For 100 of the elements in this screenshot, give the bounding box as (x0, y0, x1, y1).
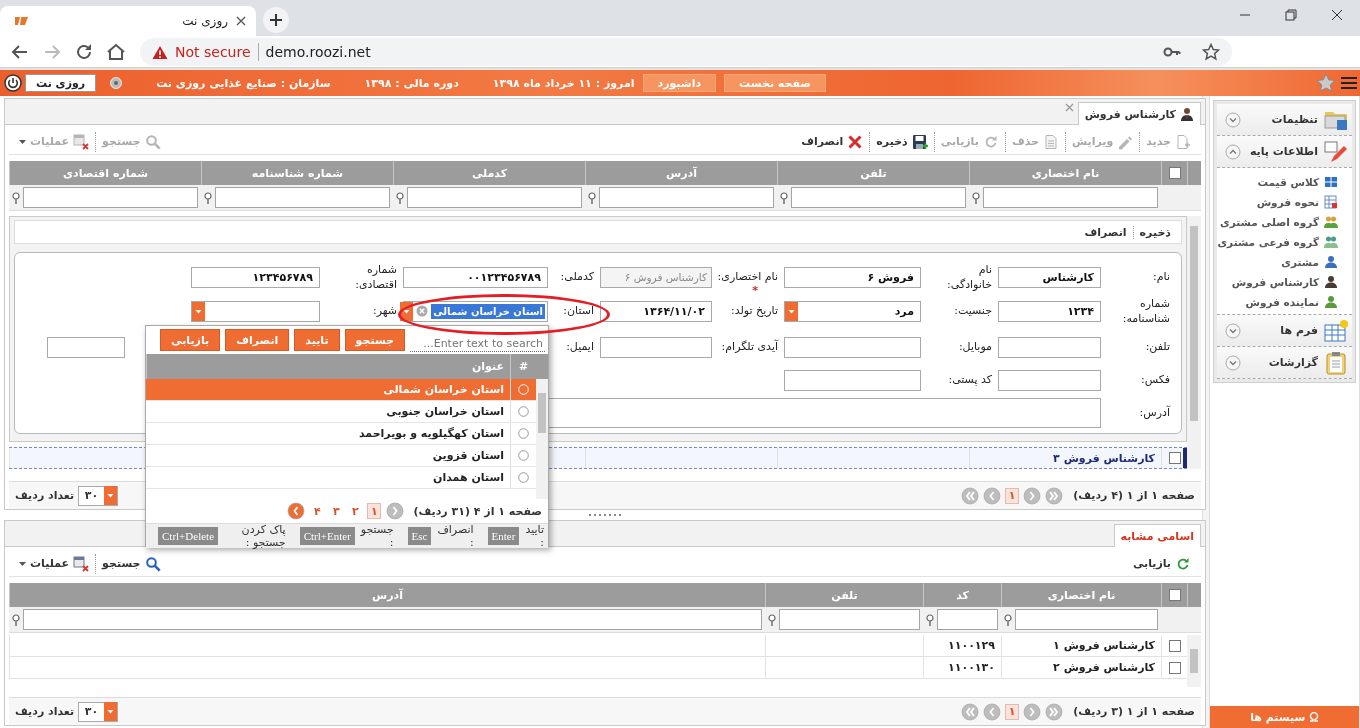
shortcut-key: Esc (407, 527, 432, 545)
menu-item[interactable]: کارشناس فروش (1217, 272, 1352, 292)
double-chevron-button[interactable] (961, 702, 980, 721)
select-field[interactable]: مرد (784, 300, 921, 322)
text-field[interactable] (784, 336, 921, 358)
actions-button[interactable]: عملیات (13, 553, 97, 574)
new-tab-button[interactable] (262, 6, 290, 34)
checkbox[interactable] (1168, 661, 1181, 674)
filter-field[interactable] (779, 609, 920, 630)
menu-icon[interactable] (1340, 75, 1358, 91)
double-chevron-button[interactable] (961, 486, 980, 505)
close-icon[interactable] (236, 16, 246, 26)
text-field[interactable]: ۰۰۱۲۳۴۵۶۷۸۹ (403, 266, 548, 288)
checkbox[interactable] (1168, 639, 1181, 652)
chevron-button[interactable] (983, 702, 1002, 721)
filter-field[interactable] (407, 187, 582, 208)
search-field[interactable]: Enter text to search... (410, 336, 545, 352)
filter-field[interactable] (23, 187, 198, 208)
list-item[interactable]: استان همدان (146, 467, 536, 489)
page-size-select[interactable]: ۳۰ (78, 485, 119, 506)
filter-field[interactable] (599, 187, 774, 208)
filter-field[interactable] (937, 609, 998, 630)
double-chevron-button[interactable] (1045, 702, 1064, 721)
text-field[interactable]: فروش ۶ (784, 266, 921, 288)
text-field[interactable] (998, 369, 1101, 391)
menu-item[interactable]: نحوه فروش (1217, 192, 1352, 212)
page-button[interactable]: ۳ (329, 503, 344, 519)
checkbox[interactable] (1168, 452, 1181, 464)
list-item[interactable]: استان کهگیلویه و بویراحمد (146, 423, 536, 445)
page-button[interactable]: ۲ (348, 503, 363, 519)
table-row[interactable]: کارشناس فروش ۱ ۱۱۰۰۱۲۹ (9, 635, 1187, 657)
clear-icon[interactable] (416, 305, 429, 317)
power-icon[interactable] (4, 74, 22, 92)
chevron-button[interactable] (1225, 322, 1242, 339)
select-field[interactable] (191, 300, 320, 322)
combo-field[interactable]: استان خراسان شمالی (403, 300, 548, 322)
action-button[interactable]: انصراف (1078, 225, 1134, 239)
column-header: # (518, 360, 529, 373)
text-field[interactable]: کارشناس (998, 266, 1101, 288)
menu-item[interactable]: گروه فرعی مشتری (1217, 232, 1352, 252)
menu-item[interactable]: کلاس قیمت (1217, 172, 1352, 192)
scrollbar-thumb[interactable] (1190, 649, 1198, 673)
radio-icon (518, 450, 529, 461)
text-field[interactable] (600, 336, 712, 358)
splitter-handle[interactable] (588, 513, 622, 517)
column-header: آدرس (372, 588, 403, 602)
page-size-select[interactable]: ۳۰ (78, 701, 119, 722)
accordion-header[interactable]: گزارشات (1217, 347, 1352, 379)
document-icon (1042, 133, 1059, 150)
double-chevron-button[interactable] (1045, 486, 1064, 505)
filter-field[interactable] (23, 609, 762, 630)
text-field[interactable] (47, 336, 125, 358)
action-button[interactable]: ذخیره (1133, 225, 1177, 239)
checkbox[interactable] (1168, 167, 1181, 179)
filter-field[interactable] (791, 187, 966, 208)
tab[interactable]: کارشناس فروش (1077, 102, 1201, 125)
accordion-header[interactable]: تنظیمات (1217, 104, 1352, 136)
radio-icon (518, 428, 529, 439)
people-icon (1324, 215, 1338, 229)
user-button[interactable]: روزی نت (25, 74, 97, 92)
text-field[interactable]: ۱۳۶۴/۱۱/۰۲ (600, 300, 712, 322)
table-row[interactable]: کارشناس فروش ۲ ۱۱۰۰۱۳۰ (9, 657, 1187, 679)
scrollbar-thumb[interactable] (538, 393, 546, 433)
chevron-button[interactable] (1225, 354, 1242, 371)
filter-field[interactable] (215, 187, 390, 208)
checkbox[interactable] (1168, 589, 1181, 601)
scrollbar-thumb[interactable] (1190, 226, 1198, 421)
cross-icon (847, 133, 864, 150)
menu-item[interactable]: نماینده فروش (1217, 292, 1352, 312)
save-button[interactable]: ذخیره (870, 131, 935, 152)
menu-item[interactable]: مشتری (1217, 252, 1352, 272)
chevron-button[interactable] (1225, 111, 1242, 128)
list-item[interactable]: استان قزوین (146, 445, 536, 467)
accordion-header[interactable]: فرم ها (1217, 315, 1352, 347)
field-label: شهر: (372, 303, 397, 319)
chevron-button[interactable] (1225, 143, 1242, 160)
chevron-button[interactable] (287, 502, 306, 520)
menu-item[interactable]: گروه اصلی مشتری (1217, 212, 1352, 232)
text-field[interactable]: ۱۲۳۴۵۶۷۸۹ (191, 266, 320, 288)
chevron-button[interactable] (983, 486, 1002, 505)
filter-field[interactable] (983, 187, 1158, 208)
star-icon[interactable] (1202, 42, 1220, 61)
text-field[interactable]: ۱۲۳۴ (998, 300, 1101, 322)
page-button[interactable]: ۴ (310, 503, 325, 519)
accordion-header[interactable]: اطلاعات پایه (1217, 136, 1352, 168)
required-mark: * (752, 284, 758, 296)
shortcut-key: Enter (487, 527, 520, 545)
star-icon[interactable] (1316, 73, 1336, 93)
chevron-button[interactable] (1023, 702, 1042, 721)
tab[interactable]: اسامی مشابه (1113, 524, 1201, 547)
filter-field[interactable] (1015, 609, 1158, 630)
text-field[interactable] (998, 336, 1101, 358)
restore-button[interactable]: بازیابی (1126, 553, 1197, 574)
list-item[interactable]: استان خراسان جنوبی (146, 401, 536, 423)
chevron-button[interactable] (1023, 486, 1042, 505)
chevron-button[interactable] (386, 502, 405, 520)
circle-icon[interactable] (110, 77, 123, 89)
search-button[interactable]: جستجو (96, 553, 167, 574)
text-field[interactable] (784, 369, 921, 391)
cancel-button[interactable]: انصراف (795, 131, 871, 152)
